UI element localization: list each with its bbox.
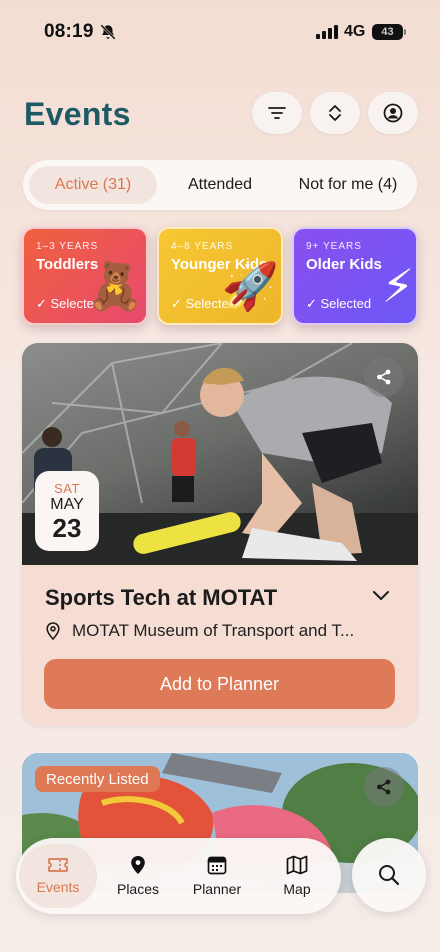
age-range: 4–8 YEARS (171, 241, 234, 252)
age-card-younger-kids[interactable]: 4–8 YEARS Younger Kids ✓ Selected 🚀 (157, 227, 283, 325)
map-pin-outline-icon (46, 622, 60, 640)
calendar-icon (207, 856, 227, 875)
map-pin-icon (131, 856, 145, 874)
event-location-text: MOTAT Museum of Transport and T... (72, 621, 355, 640)
bottom-nav: Events Places Planner Map (16, 838, 341, 914)
nav-item-label: Planner (192, 881, 242, 897)
nav-item-map[interactable]: Map (258, 844, 336, 908)
status-bar: 08:19 4G 43 (0, 0, 440, 64)
status-time: 08:19 (44, 21, 94, 42)
lightning-icon: ⚡ (381, 260, 414, 312)
tab-attended[interactable]: Attended (165, 166, 275, 204)
event-status-tabs: Active (31) Attended Not for me (4) (23, 160, 417, 210)
event-month: MAY (50, 496, 84, 513)
age-card-older-kids[interactable]: 9+ YEARS Older Kids ✓ Selected ⚡ (292, 227, 418, 325)
event-day-of-week: SAT (54, 481, 80, 496)
rocket-icon: 🚀 (221, 260, 279, 312)
recently-listed-badge: Recently Listed (35, 766, 160, 792)
battery-icon: 43 (372, 24, 406, 40)
event-card[interactable]: SAT MAY 23 Sports Tech at MOTAT MOTAT Mu… (22, 343, 418, 726)
event-photo: SAT MAY 23 (22, 343, 418, 565)
bell-muted-icon (100, 24, 116, 40)
chevron-down-icon[interactable] (372, 589, 390, 601)
map-icon (286, 855, 308, 875)
add-to-planner-button[interactable]: Add to Planner (44, 659, 395, 709)
event-location: MOTAT Museum of Transport and T... (46, 621, 354, 641)
nav-item-label: Places (116, 881, 160, 897)
filter-button[interactable] (252, 92, 302, 134)
chevron-up-down-icon (329, 105, 341, 121)
tab-active[interactable]: Active (31) (29, 166, 157, 204)
profile-button[interactable] (368, 92, 418, 134)
nav-item-label: Map (283, 881, 311, 897)
share-button[interactable] (364, 767, 404, 807)
age-card-toddlers[interactable]: 1–3 YEARS Toddlers ✓ Selected 🧸 (22, 227, 148, 325)
event-date-badge: SAT MAY 23 (35, 471, 99, 551)
nav-item-label: Events (36, 879, 80, 895)
age-range: 9+ YEARS (306, 241, 362, 252)
teddy-bear-icon: 🧸 (86, 260, 144, 312)
search-icon (379, 865, 400, 886)
share-icon (377, 369, 391, 385)
event-day: 23 (52, 513, 82, 543)
age-range: 1–3 YEARS (36, 241, 99, 252)
share-button[interactable] (364, 357, 404, 397)
nav-item-planner[interactable]: Planner (178, 844, 256, 908)
nav-item-events[interactable]: Events (19, 844, 97, 908)
signal-icon (316, 25, 338, 39)
page-title: Events (24, 96, 131, 132)
filter-lines-icon (268, 107, 286, 119)
selected-label: ✓ Selected (306, 296, 372, 311)
search-button[interactable] (352, 838, 426, 912)
nav-item-places[interactable]: Places (99, 844, 177, 908)
user-circle-icon (383, 103, 403, 123)
share-icon (377, 779, 391, 795)
network-type: 4G (344, 23, 366, 40)
ticket-icon (48, 858, 68, 872)
sort-button[interactable] (310, 92, 360, 134)
tab-not-for-me[interactable]: Not for me (4) (281, 166, 415, 204)
event-title[interactable]: Sports Tech at MOTAT (45, 585, 277, 611)
